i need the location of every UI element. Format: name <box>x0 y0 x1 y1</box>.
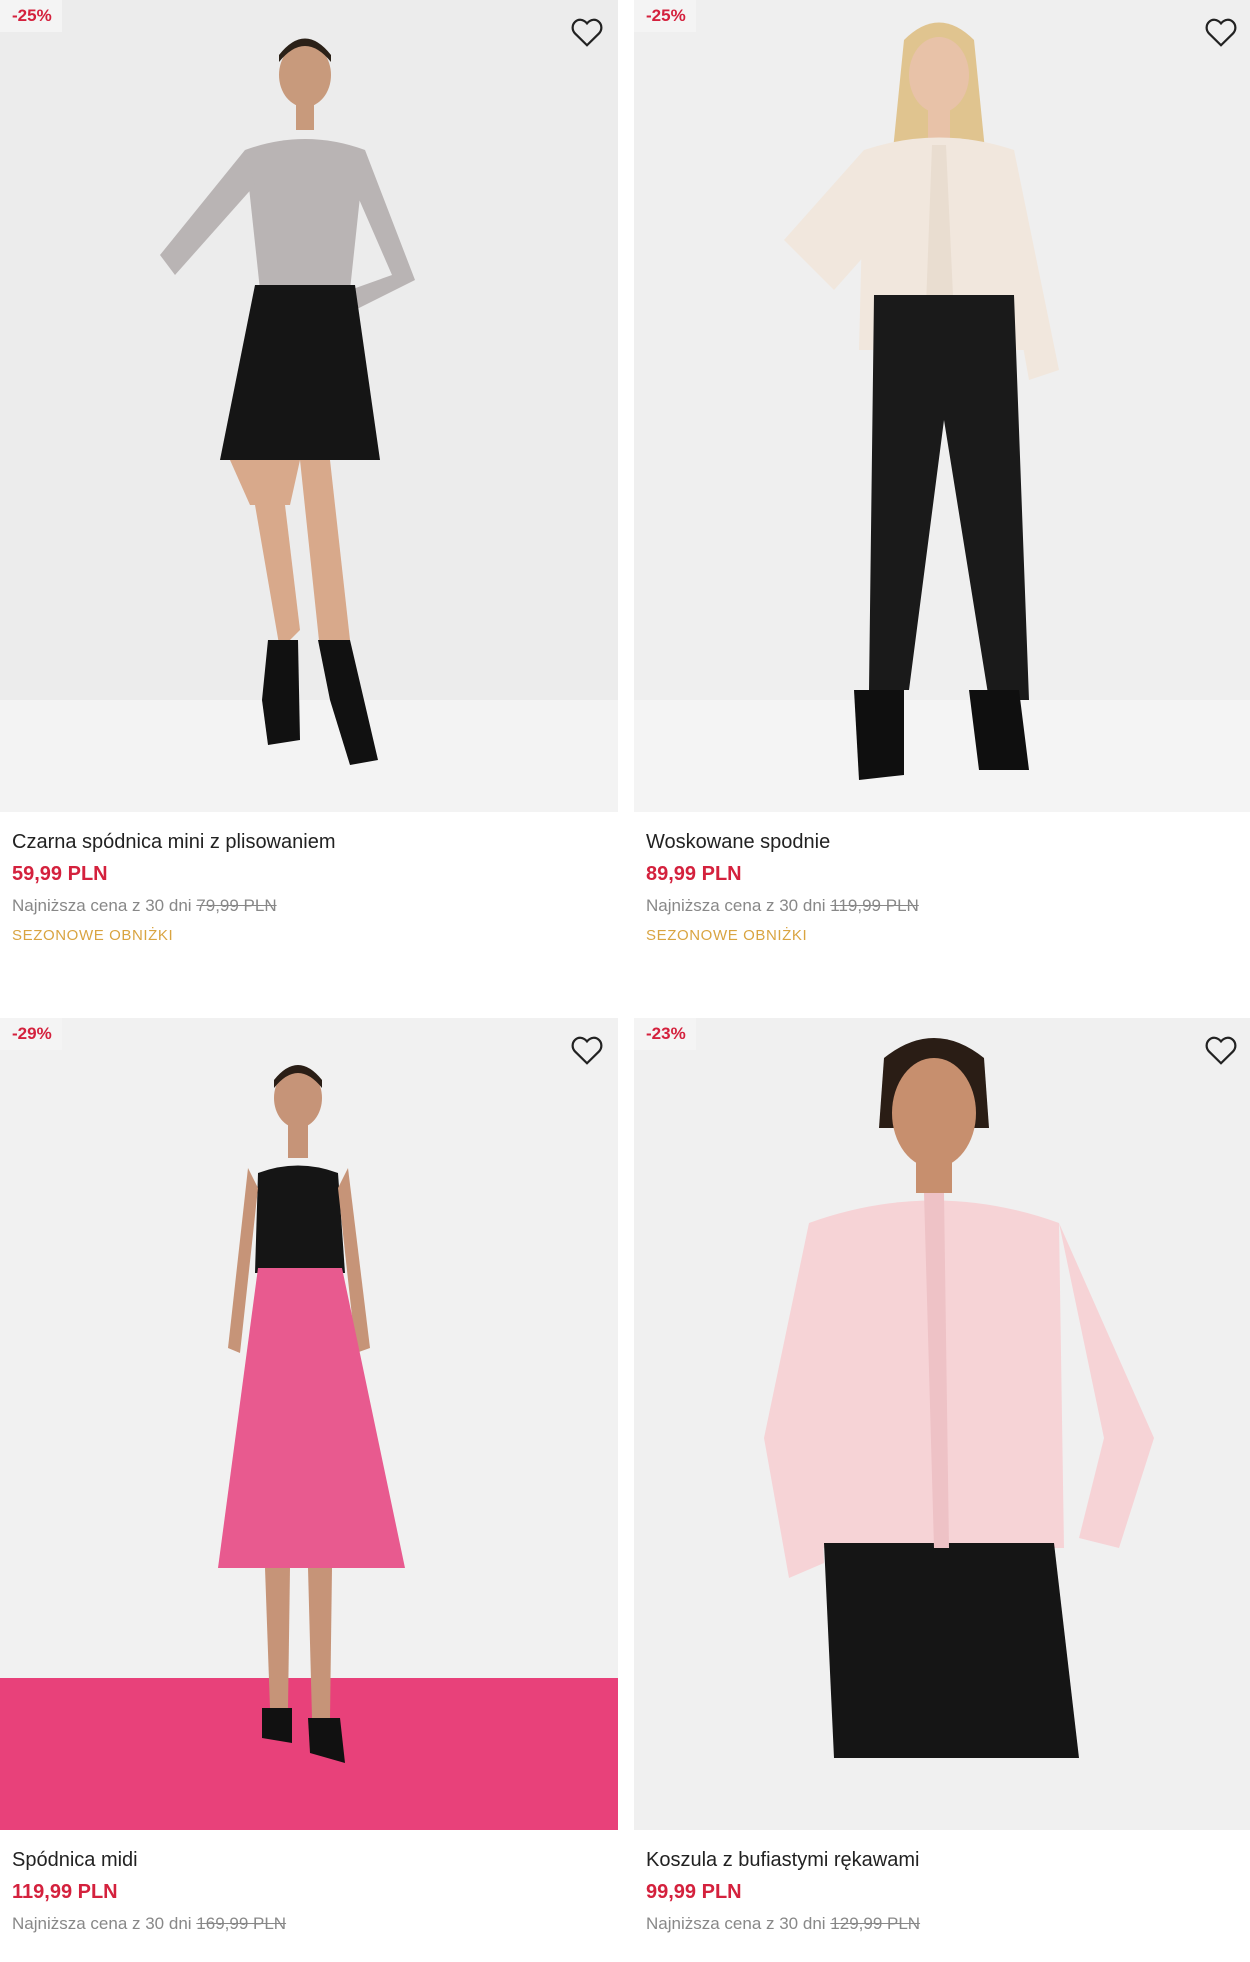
heart-outline-icon[interactable] <box>1202 1030 1240 1068</box>
product-card[interactable]: -25% Czarna spódnica mini z plisowaniem … <box>0 0 618 945</box>
lowest-price-label: Najniższa cena z 30 dni <box>12 896 192 915</box>
product-price: 119,99 PLN <box>12 1881 118 1903</box>
lowest-price-note: Najniższa cena z 30 dni 79,99 PLN <box>12 895 606 917</box>
discount-badge: -25% <box>634 0 696 32</box>
lowest-price-note: Najniższa cena z 30 dni 119,99 PLN <box>646 895 1240 917</box>
product-price: 99,99 PLN <box>646 1881 742 1903</box>
product-card[interactable]: -23% Koszula z bufiastymi rękawami 99,99… <box>634 1018 1250 1935</box>
product-name[interactable]: Woskowane spodnie <box>646 830 1240 854</box>
lowest-price-note: Najniższa cena z 30 dni 169,99 PLN <box>12 1913 606 1935</box>
product-name[interactable]: Spódnica midi <box>12 1848 606 1872</box>
product-name[interactable]: Koszula z bufiastymi rękawami <box>646 1848 1240 1872</box>
product-image <box>634 1018 1250 1830</box>
product-info: Woskowane spodnie 89,99 PLN Najniższa ce… <box>634 830 1250 945</box>
lowest-price-label: Najniższa cena z 30 dni <box>646 896 826 915</box>
old-price: 119,99 PLN <box>830 896 919 915</box>
discount-badge: -23% <box>634 1018 696 1050</box>
heart-outline-icon[interactable] <box>568 12 606 50</box>
product-photo[interactable]: -29% <box>0 1018 618 1830</box>
product-price: 59,99 PLN <box>12 863 108 885</box>
old-price: 79,99 PLN <box>196 896 277 915</box>
product-info: Czarna spódnica mini z plisowaniem 59,99… <box>0 830 618 945</box>
product-price: 89,99 PLN <box>646 863 742 885</box>
product-info: Koszula z bufiastymi rękawami 99,99 PLN … <box>634 1848 1250 1935</box>
promo-label: SEZONOWE OBNIŻKI <box>646 927 808 944</box>
product-photo[interactable]: -25% <box>634 0 1250 812</box>
product-photo[interactable]: -25% <box>0 0 618 812</box>
product-image <box>0 1018 618 1830</box>
discount-badge: -29% <box>0 1018 62 1050</box>
heart-outline-icon[interactable] <box>1202 12 1240 50</box>
old-price: 129,99 PLN <box>830 1914 921 1933</box>
product-name[interactable]: Czarna spódnica mini z plisowaniem <box>12 830 606 854</box>
lowest-price-note: Najniższa cena z 30 dni 129,99 PLN <box>646 1913 1240 1935</box>
product-info: Spódnica midi 119,99 PLN Najniższa cena … <box>0 1848 618 1935</box>
product-photo[interactable]: -23% <box>634 1018 1250 1830</box>
product-card[interactable]: -25% Woskowane spodnie 89,99 PLN Najniżs… <box>634 0 1250 945</box>
lowest-price-label: Najniższa cena z 30 dni <box>12 1914 192 1933</box>
product-image <box>634 0 1250 812</box>
lowest-price-label: Najniższa cena z 30 dni <box>646 1914 826 1933</box>
old-price: 169,99 PLN <box>196 1914 287 1933</box>
product-image <box>0 0 618 812</box>
discount-badge: -25% <box>0 0 62 32</box>
product-card[interactable]: -29% Spódnica midi 119,99 PLN Najniższa … <box>0 1018 618 1935</box>
heart-outline-icon[interactable] <box>568 1030 606 1068</box>
promo-label: SEZONOWE OBNIŻKI <box>12 927 174 944</box>
